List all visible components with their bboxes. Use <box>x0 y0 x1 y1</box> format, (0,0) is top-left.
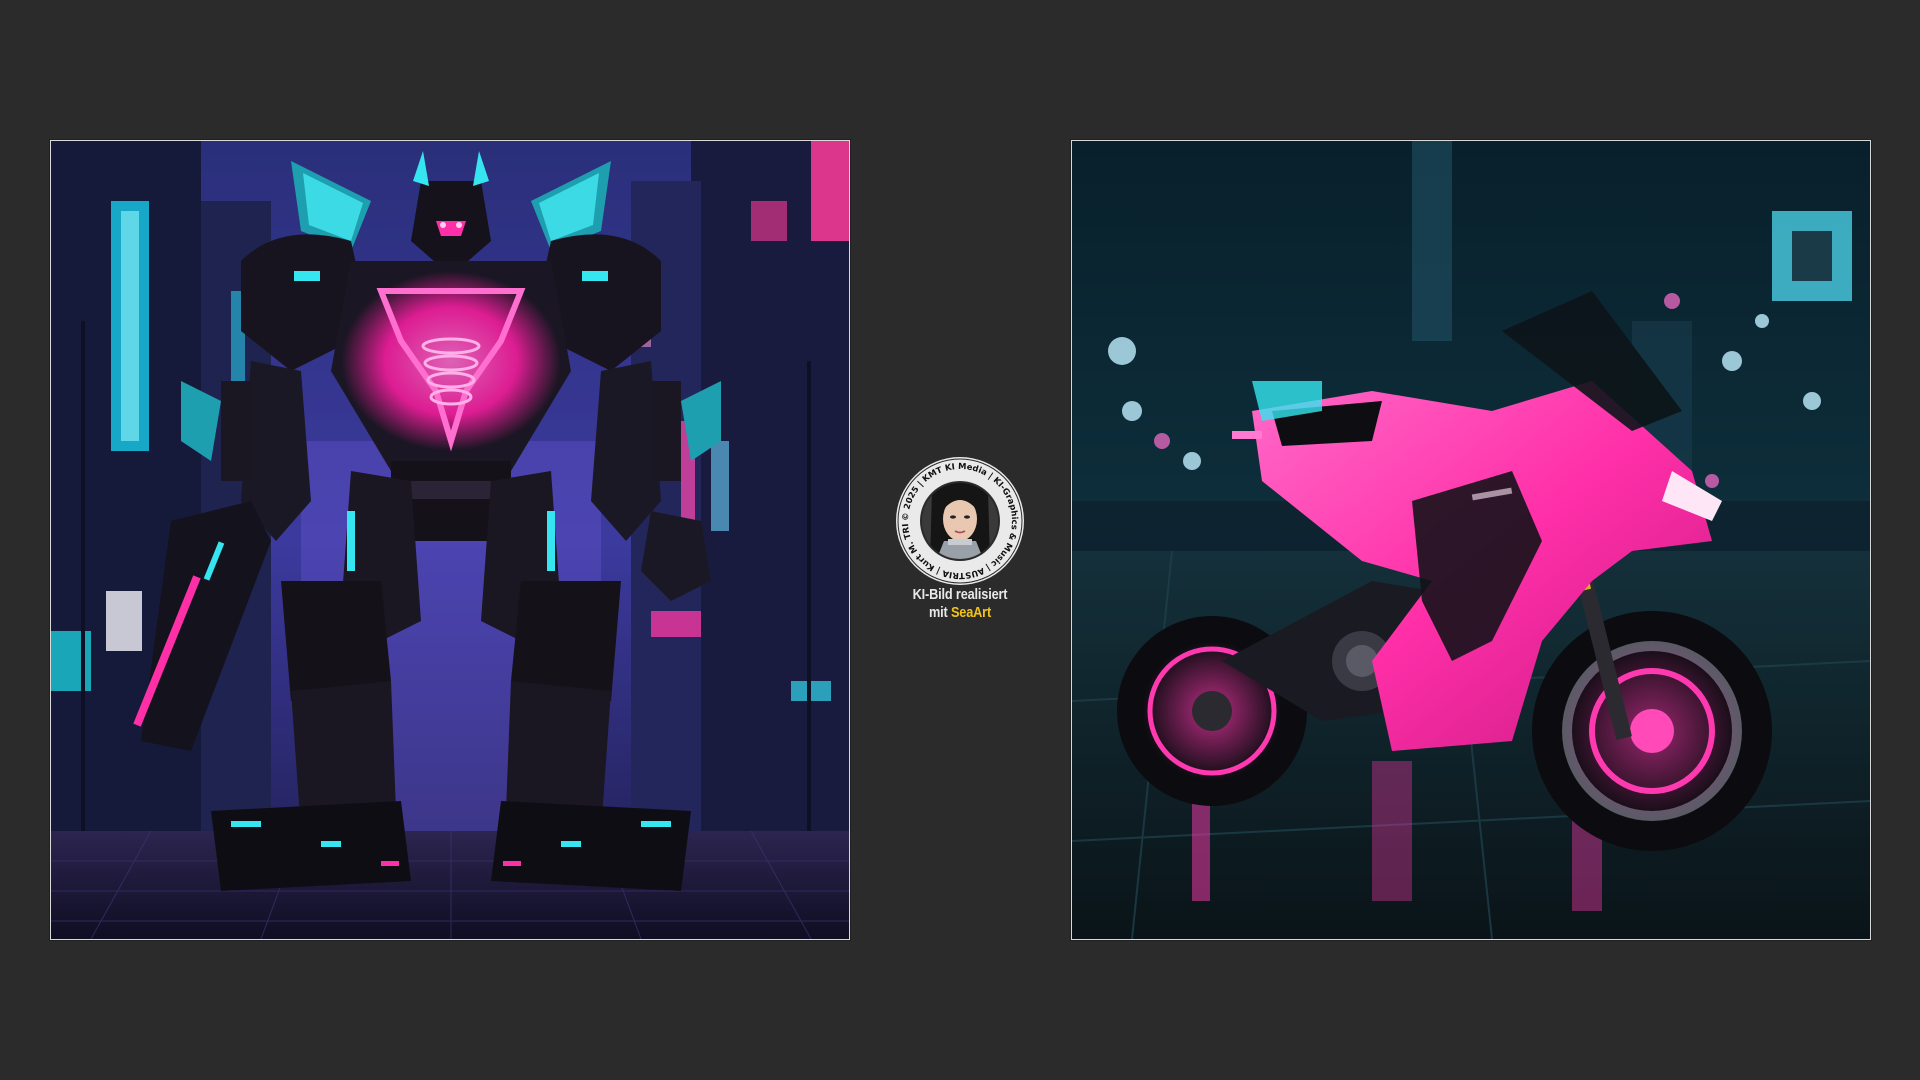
motorcycle-illustration <box>1072 141 1870 939</box>
robot-illustration <box>51 141 849 939</box>
caption-line-1: KI-Bild realisiert <box>912 586 1008 603</box>
caption-line-2: mit SeaArt <box>875 604 1045 621</box>
portrait-avatar-icon: © 2025 | KMT KI Media | KI-Graphics & Mu… <box>888 445 1024 585</box>
caption-prefix: mit <box>928 604 951 621</box>
image-motorcycle[interactable] <box>1071 140 1871 940</box>
creator-logo-badge: © 2025 | KMT KI Media | KI-Graphics & Mu… <box>888 445 1028 589</box>
caption-brand: SeaArt <box>950 604 992 621</box>
image-robot[interactable] <box>50 140 850 940</box>
